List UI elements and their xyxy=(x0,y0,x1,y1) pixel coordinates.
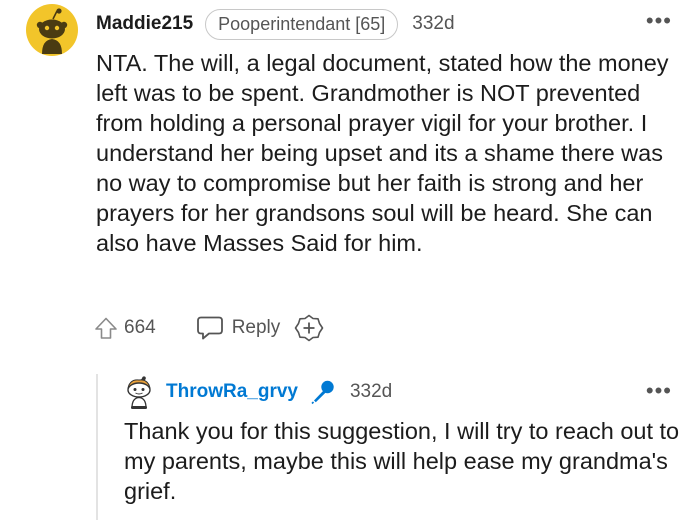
comment-actions: 664 Reply xyxy=(94,313,324,343)
op-badge xyxy=(310,379,336,405)
more-options-icon[interactable]: ••• xyxy=(646,10,672,32)
comment-meta: Maddie215 Pooperintendant [65] 332d xyxy=(96,8,455,40)
reply-body: Thank you for this suggestion, I will tr… xyxy=(124,418,680,504)
comment-thread: Maddie215 Pooperintendant [65] 332d ••• … xyxy=(0,0,700,520)
reply-username[interactable]: ThrowRa_grvy xyxy=(166,381,298,403)
reply-meta: ThrowRa_grvy 332d xyxy=(166,379,392,405)
user-avatar[interactable] xyxy=(26,4,78,56)
reply-age: 332d xyxy=(349,381,393,402)
more-options-icon[interactable]: ••• xyxy=(646,380,672,402)
reply-avatar[interactable] xyxy=(124,376,154,410)
upvote-button[interactable]: 664 xyxy=(94,316,156,340)
comment-age: 332d xyxy=(412,13,455,34)
comment-body: NTA. The will, a legal document, stated … xyxy=(96,50,669,256)
upvote-count: 664 xyxy=(124,317,156,338)
upvote-arrow-icon xyxy=(95,317,117,339)
snoo-avatar-icon xyxy=(127,376,151,409)
reply-label: Reply xyxy=(231,317,281,338)
add-award-icon xyxy=(294,314,324,342)
speech-bubble-icon xyxy=(196,316,223,340)
thread-line[interactable] xyxy=(96,374,98,520)
snoo-avatar-icon xyxy=(26,4,78,56)
comment-username[interactable]: Maddie215 xyxy=(96,13,193,35)
reply-button[interactable]: Reply xyxy=(196,315,281,341)
user-flair: Pooperintendant [65] xyxy=(205,8,399,40)
award-button[interactable] xyxy=(294,313,324,343)
microphone-icon xyxy=(311,380,334,405)
